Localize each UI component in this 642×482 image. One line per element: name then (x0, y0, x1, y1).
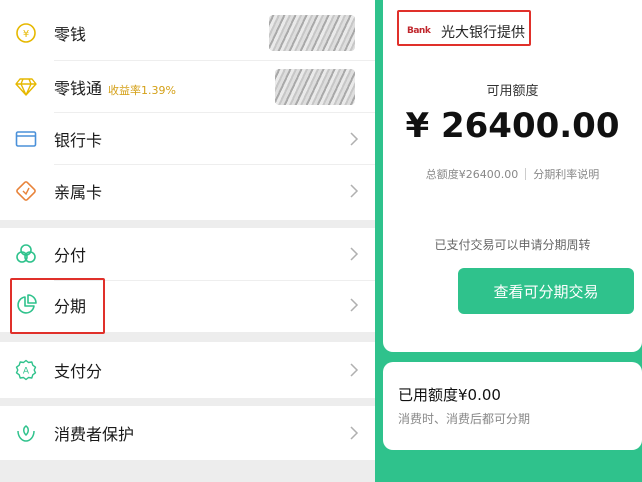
wallet-item-fenfu[interactable]: 分付 (0, 226, 375, 282)
used-limit-note: 消费时、消费后都可分期 (398, 412, 531, 426)
wallet-group-score: A 支付分 (0, 342, 375, 398)
wallet-item-label: 零钱通 (54, 79, 103, 98)
chevron-right-icon (350, 363, 359, 377)
clover-icon (14, 242, 38, 266)
wallet-item-change[interactable]: ¥ 零钱 (0, 4, 375, 62)
bank-highlight-box (397, 10, 531, 46)
available-limit-label: 可用额度 (486, 84, 539, 99)
chevron-right-icon (350, 132, 359, 146)
svg-text:A: A (23, 367, 30, 377)
wallet-item-lingqiantong[interactable]: 零钱通 收益率1.39% (0, 58, 375, 116)
wallet-item-label-wrap: 零钱通 收益率1.39% (54, 75, 176, 99)
svg-text:¥: ¥ (23, 29, 29, 40)
used-limit-card: 已用额度¥0.00 消费时、消费后都可分期 (383, 362, 642, 450)
wallet-group-protection: 消费者保护 (0, 406, 375, 460)
available-limit-amount: ¥ 26400.00 (405, 106, 620, 146)
blurred-balance (275, 69, 355, 105)
wallet-item-pay-score[interactable]: A 支付分 (0, 342, 375, 398)
used-limit-amount: 已用额度¥0.00 (398, 386, 501, 404)
diamond-icon (14, 75, 38, 99)
installment-highlight-box (10, 278, 105, 334)
chevron-right-icon (350, 426, 359, 440)
wallet-group-primary: ¥ 零钱 零钱通 收益率1.39% 银行卡 亲属卡 (0, 0, 375, 220)
blurred-balance (269, 15, 355, 51)
wallet-item-bank-card[interactable]: 银行卡 (0, 110, 375, 168)
coin-icon: ¥ (14, 21, 38, 45)
yield-rate-badge: 收益率1.39% (108, 84, 176, 97)
total-limit-text: 总额度¥26400.00 (425, 168, 519, 181)
wallet-item-label: 支付分 (54, 362, 103, 381)
wallet-item-label: 零钱 (54, 25, 87, 44)
wallet-item-label: 分付 (54, 246, 87, 265)
score-icon: A (14, 358, 38, 382)
card-icon (14, 127, 38, 151)
heart-card-icon (14, 179, 38, 203)
wallet-item-label: 消费者保护 (54, 425, 135, 444)
wallet-panel: ¥ 零钱 零钱通 收益率1.39% 银行卡 亲属卡 分付 分期 A 支付分 消费… (0, 0, 375, 482)
installment-note: 已支付交易可以申请分期周转 (434, 238, 591, 252)
wallet-item-family-card[interactable]: 亲属卡 (0, 162, 375, 220)
rate-explanation-link[interactable]: 分期利率说明 (533, 166, 599, 182)
chevron-right-icon (350, 298, 359, 312)
chevron-right-icon (350, 247, 359, 261)
limit-info-row: 总额度¥26400.00 分期利率说明 (383, 166, 642, 182)
chevron-right-icon (350, 184, 359, 198)
view-installment-transactions-button[interactable]: 查看可分期交易 (458, 268, 634, 314)
available-limit-card: Bank 光大银行提供 可用额度 ¥ 26400.00 总额度¥26400.00… (383, 0, 642, 352)
wallet-item-consumer-protection[interactable]: 消费者保护 (0, 406, 375, 460)
installment-panel: Bank 光大银行提供 可用额度 ¥ 26400.00 总额度¥26400.00… (375, 0, 642, 482)
wallet-item-label: 亲属卡 (54, 183, 103, 202)
shield-hands-icon (14, 421, 38, 445)
separator (525, 168, 527, 180)
wallet-item-label: 银行卡 (54, 131, 103, 150)
